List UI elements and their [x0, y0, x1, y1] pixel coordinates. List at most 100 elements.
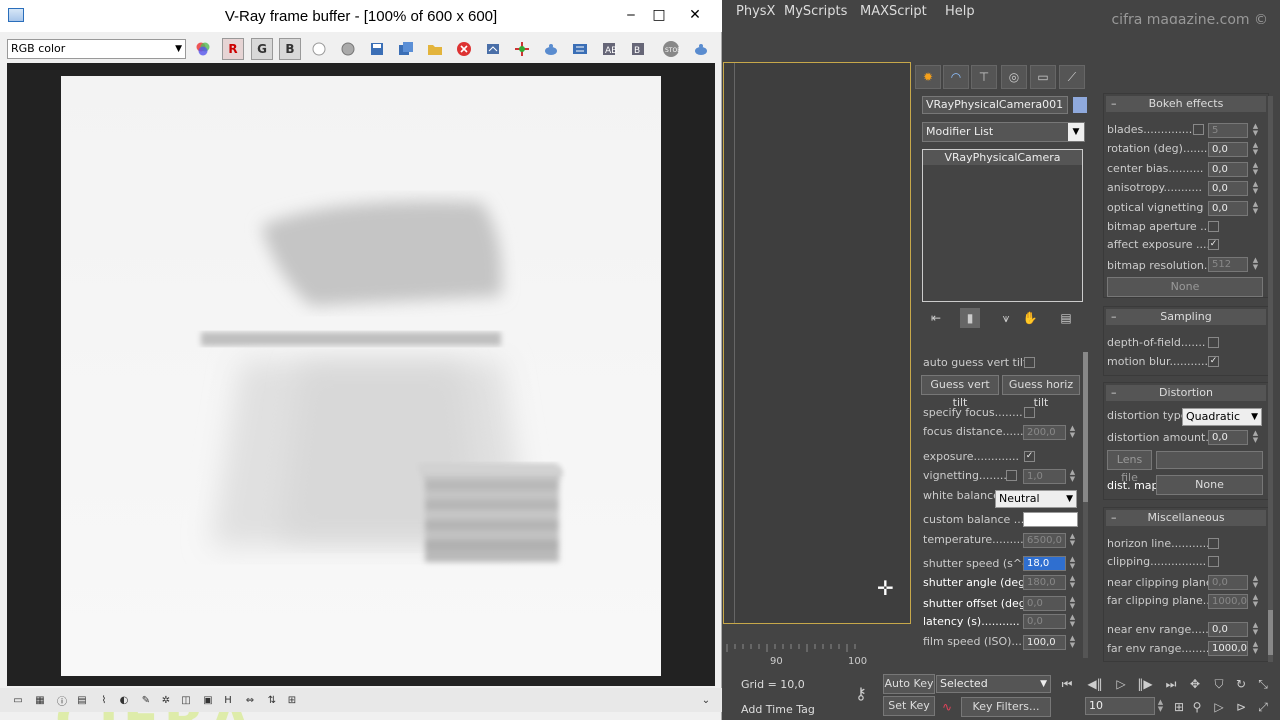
curve-icon[interactable]: ⌇	[96, 692, 112, 708]
anisotropy-spinner[interactable]: 0,0	[1208, 181, 1248, 196]
spinner-arrows-icon[interactable]: ▲ ▼	[1251, 162, 1260, 177]
stack-item[interactable]: VRayPhysicalCamera	[923, 150, 1082, 165]
shutter-angle-spinner[interactable]: 180,0	[1023, 575, 1066, 590]
previous-frame-icon[interactable]: ◀‖	[1087, 676, 1103, 692]
bokeh-bitmap-button[interactable]: None	[1107, 277, 1263, 297]
play-icon[interactable]: ▷	[1113, 676, 1129, 692]
display-tab-icon[interactable]: ▭	[1030, 65, 1056, 89]
zoom-icon[interactable]: ⚲	[1189, 699, 1205, 715]
track-mouse-icon[interactable]	[511, 38, 533, 60]
exposure-icon[interactable]: ◐	[116, 692, 132, 708]
time-config-icon[interactable]: ⊞	[1171, 699, 1187, 715]
open-folder-icon[interactable]	[424, 38, 446, 60]
edit-icon[interactable]: ✎	[138, 692, 154, 708]
monochrome-icon[interactable]	[337, 38, 359, 60]
misc-header[interactable]: – Miscellaneous	[1106, 510, 1266, 526]
rollout-scrollbar-thumb[interactable]	[1083, 352, 1088, 502]
vignetting-checkbox[interactable]	[1006, 470, 1017, 481]
spinner-arrows-icon[interactable]: ▲ ▼	[1251, 641, 1260, 656]
hierarchy-tab-icon[interactable]: ⊤	[971, 65, 997, 89]
sampling-header[interactable]: – Sampling	[1106, 309, 1266, 325]
save-icon[interactable]	[366, 38, 388, 60]
far-env-spinner[interactable]: 1000,0	[1208, 641, 1248, 656]
next-frame-icon[interactable]: ‖▶	[1137, 676, 1153, 692]
spinner-arrows-icon[interactable]: ▲ ▼	[1251, 622, 1260, 637]
ab-compare-icon[interactable]: AB	[598, 38, 620, 60]
object-color-swatch[interactable]	[1073, 97, 1087, 113]
create-tab-icon[interactable]: ✹	[915, 65, 941, 89]
color-channels-icon[interactable]	[192, 38, 214, 60]
pixel-info-icon[interactable]: ▦	[32, 692, 48, 708]
horizon-line-checkbox[interactable]	[1208, 538, 1219, 549]
channel-select[interactable]: RGB color ▼	[7, 39, 186, 59]
walkthrough-icon[interactable]: ⊳	[1233, 699, 1249, 715]
optical-vignetting-spinner[interactable]: 0,0	[1208, 201, 1248, 216]
region-zoom-icon[interactable]: ⤢	[1255, 699, 1271, 715]
close-button[interactable]: ✕	[680, 4, 710, 26]
red-channel-button[interactable]: R	[222, 38, 244, 60]
panel-scrollbar-thumb[interactable]	[1268, 610, 1273, 655]
spinner-arrows-icon[interactable]: ▲ ▼	[1068, 425, 1077, 440]
auto-guess-checkbox[interactable]	[1024, 357, 1035, 368]
spinner-arrows-icon[interactable]: ▲ ▼	[1251, 142, 1260, 157]
object-name-field[interactable]: VRayPhysicalCamera001	[922, 96, 1068, 114]
dist-map-button[interactable]: None	[1156, 475, 1263, 495]
pin-stack-icon[interactable]: ⇤	[926, 308, 946, 328]
spinner-arrows-icon[interactable]: ▲ ▼	[1251, 594, 1260, 609]
spinner-arrows-icon[interactable]: ▲ ▼	[1251, 430, 1260, 445]
current-frame-field[interactable]: 10	[1085, 697, 1155, 715]
lens-effects-icon[interactable]: ✲	[158, 692, 174, 708]
spinner-arrows-icon[interactable]: ▲ ▼	[1068, 614, 1077, 629]
window-icon[interactable]: ▭	[10, 692, 26, 708]
key-filters-button[interactable]: Key Filters...	[961, 697, 1051, 717]
render-last-icon[interactable]	[690, 38, 712, 60]
panel-scrollbar[interactable]	[1268, 96, 1273, 662]
spinner-arrows-icon[interactable]: ▲ ▼	[1251, 257, 1260, 272]
affect-exposure-checkbox[interactable]: ✓	[1208, 239, 1219, 250]
spinner-arrows-icon[interactable]: ▲ ▼	[1068, 533, 1077, 548]
maximize-viewport-icon[interactable]: ⤡	[1255, 676, 1271, 692]
blades-spinner[interactable]: 5	[1208, 123, 1248, 138]
custom-balance-swatch[interactable]	[1023, 512, 1078, 527]
spinner-arrows-icon[interactable]: ▲ ▼	[1251, 181, 1260, 196]
info-icon[interactable]: ⓘ	[54, 692, 70, 708]
exposure-checkbox[interactable]: ✓	[1024, 451, 1035, 462]
maximize-button[interactable]: □	[644, 4, 674, 26]
go-to-start-icon[interactable]: ⏮	[1059, 676, 1075, 692]
focus-distance-spinner[interactable]: 200,0	[1023, 425, 1066, 440]
alpha-channel-icon[interactable]	[308, 38, 330, 60]
viewport[interactable]	[723, 62, 911, 624]
film-speed-spinner[interactable]: 100,0	[1023, 635, 1066, 650]
configure-sets-icon[interactable]: ▤	[1056, 308, 1076, 328]
tangent-icon[interactable]: ∿	[939, 699, 955, 715]
motion-blur-checkbox[interactable]: ✓	[1208, 356, 1219, 367]
spinner-arrows-icon[interactable]: ▲ ▼	[1251, 575, 1260, 590]
distortion-header[interactable]: – Distortion	[1106, 385, 1266, 401]
key-icon[interactable]: ⚷	[849, 686, 873, 702]
pan-view-icon[interactable]: ✥	[1187, 676, 1203, 692]
modifier-stack[interactable]: VRayPhysicalCamera	[922, 149, 1083, 302]
vignetting-spinner[interactable]: 1,0	[1023, 469, 1066, 484]
duplicate-to-max-icon[interactable]	[482, 38, 504, 60]
add-time-tag[interactable]: Add Time Tag	[741, 703, 815, 716]
histogram-icon[interactable]: H	[220, 692, 236, 708]
modifier-list-dropdown[interactable]: Modifier List ▼	[922, 122, 1085, 142]
specify-focus-checkbox[interactable]	[1024, 407, 1035, 418]
green-channel-button[interactable]: G	[251, 38, 273, 60]
stop-render-icon[interactable]: STOP	[660, 38, 682, 60]
color-corrections-icon[interactable]: ◫	[178, 692, 194, 708]
spinner-arrows-icon[interactable]: ▲ ▼	[1068, 575, 1077, 590]
render-teapot-icon[interactable]	[540, 38, 562, 60]
shutter-offset-spinner[interactable]: 0,0	[1023, 596, 1066, 611]
lens-file-field[interactable]	[1156, 451, 1263, 469]
expand-icon[interactable]: ⌄	[698, 692, 714, 708]
blue-channel-button[interactable]: B	[279, 38, 301, 60]
make-unique-icon[interactable]: ⩛	[996, 308, 1016, 328]
history-icon[interactable]: B	[627, 38, 649, 60]
show-end-result-icon[interactable]: ▮	[960, 308, 980, 328]
bitmap-resolution-spinner[interactable]: 512	[1208, 257, 1248, 272]
stereo-icon[interactable]: ⇔	[242, 692, 258, 708]
bitmap-aperture-checkbox[interactable]	[1208, 221, 1219, 232]
dof-checkbox[interactable]	[1208, 337, 1219, 348]
blades-checkbox[interactable]	[1193, 124, 1204, 135]
